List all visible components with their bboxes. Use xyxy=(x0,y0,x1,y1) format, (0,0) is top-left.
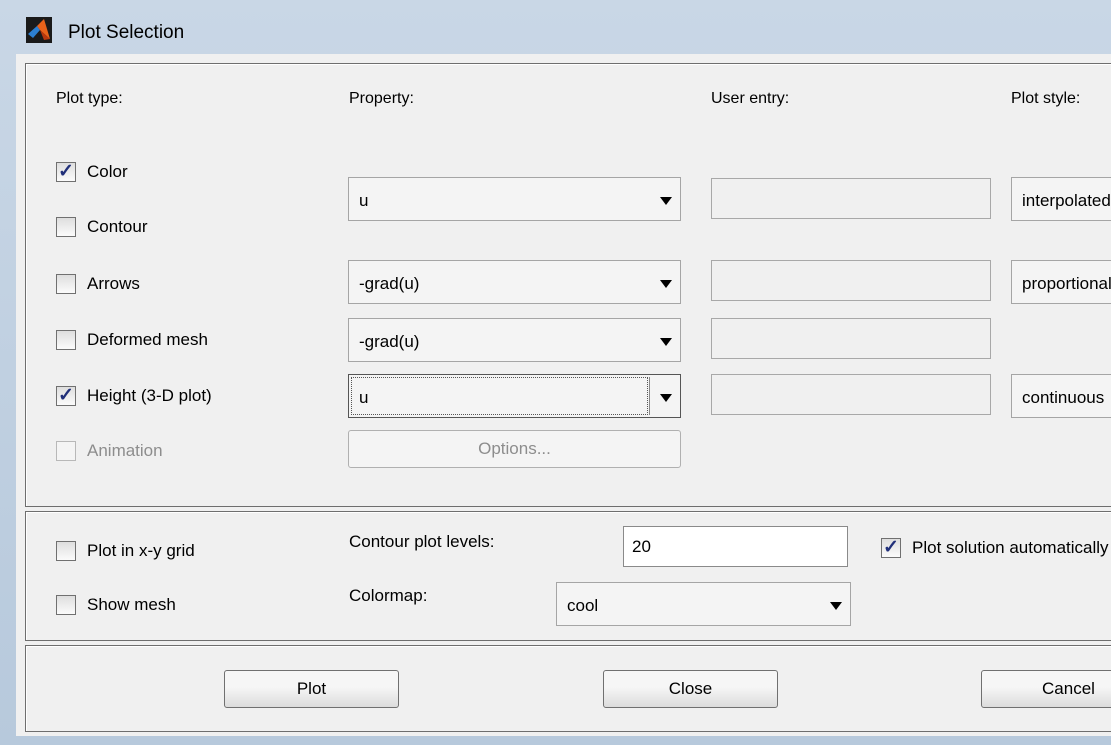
plot-in-grid-checkbox[interactable] xyxy=(56,541,76,561)
color-property-select[interactable]: u xyxy=(348,177,681,221)
animation-label: Animation xyxy=(87,441,163,460)
chevron-down-icon xyxy=(660,394,672,402)
color-label: Color xyxy=(87,162,128,181)
height-property-value: u xyxy=(359,388,369,407)
colormap-label: Colormap: xyxy=(349,586,428,605)
arrows-style-select[interactable]: proportional xyxy=(1011,260,1111,304)
contour-levels-value: 20 xyxy=(632,537,651,556)
arrows-user-entry[interactable] xyxy=(711,260,991,301)
window-title: Plot Selection xyxy=(68,22,185,43)
deformed-mesh-user-entry[interactable] xyxy=(711,318,991,359)
height-style-select[interactable]: continuous xyxy=(1011,374,1111,418)
chevron-down-icon xyxy=(830,602,842,610)
show-mesh-checkbox[interactable] xyxy=(56,595,76,615)
select-separator xyxy=(649,377,650,415)
arrows-checkbox[interactable] xyxy=(56,274,76,294)
deformed-mesh-label: Deformed mesh xyxy=(87,330,208,349)
deformed-mesh-property-value: -grad(u) xyxy=(359,332,420,351)
property-header: Property: xyxy=(349,90,414,107)
contour-label: Contour xyxy=(87,217,148,236)
arrows-property-select[interactable]: -grad(u) xyxy=(348,260,681,304)
matlab-logo-icon xyxy=(26,17,52,43)
animation-options-button[interactable]: Options... xyxy=(348,430,681,468)
arrows-style-value: proportional xyxy=(1022,274,1111,293)
contour-checkbox[interactable] xyxy=(56,217,76,237)
chevron-down-icon xyxy=(660,338,672,346)
action-buttons-panel: Plot Close Cancel xyxy=(25,645,1111,732)
plot-automatically-checkbox[interactable] xyxy=(881,536,901,559)
cancel-button[interactable]: Cancel xyxy=(981,670,1111,708)
show-mesh-label: Show mesh xyxy=(87,595,176,614)
display-options-panel: Plot in x-y grid Show mesh Contour plot … xyxy=(25,511,1111,641)
plot-type-header: Plot type: xyxy=(56,90,123,107)
arrows-property-value: -grad(u) xyxy=(359,274,420,293)
plot-selection-window: Plot Selection Plot type: Property: User… xyxy=(0,0,1111,745)
plot-type-panel: Plot type: Property: User entry: Plot st… xyxy=(25,63,1111,507)
deformed-mesh-property-select[interactable]: -grad(u) xyxy=(348,318,681,362)
close-button[interactable]: Close xyxy=(603,670,778,708)
color-checkbox[interactable] xyxy=(56,160,76,183)
plot-button[interactable]: Plot xyxy=(224,670,399,708)
color-style-value: interpolated xyxy=(1022,191,1111,210)
dialog-body: Plot type: Property: User entry: Plot st… xyxy=(16,54,1111,736)
arrows-label: Arrows xyxy=(87,274,140,293)
color-property-value: u xyxy=(359,191,369,210)
animation-checkbox[interactable] xyxy=(56,441,76,461)
title-bar: Plot Selection xyxy=(0,0,1111,50)
color-style-select[interactable]: interpolated xyxy=(1011,177,1111,221)
colormap-value: cool xyxy=(567,596,599,615)
contour-levels-label: Contour plot levels: xyxy=(349,532,495,551)
colormap-select[interactable]: cool xyxy=(556,582,851,626)
deformed-mesh-checkbox[interactable] xyxy=(56,330,76,350)
plot-automatically-label: Plot solution automatically xyxy=(912,538,1109,557)
chevron-down-icon xyxy=(660,280,672,288)
height-property-select[interactable]: u xyxy=(348,374,681,418)
height-label: Height (3-D plot) xyxy=(87,386,212,405)
plot-style-header: Plot style: xyxy=(1011,90,1081,107)
focus-ring xyxy=(351,377,648,415)
plot-in-grid-label: Plot in x-y grid xyxy=(87,541,195,560)
height-style-value: continuous xyxy=(1022,388,1105,407)
height-user-entry[interactable] xyxy=(711,374,991,415)
chevron-down-icon xyxy=(660,197,672,205)
color-user-entry[interactable] xyxy=(711,178,991,219)
contour-levels-input[interactable]: 20 xyxy=(623,526,848,567)
user-entry-header: User entry: xyxy=(711,90,790,107)
height-checkbox[interactable] xyxy=(56,384,76,407)
